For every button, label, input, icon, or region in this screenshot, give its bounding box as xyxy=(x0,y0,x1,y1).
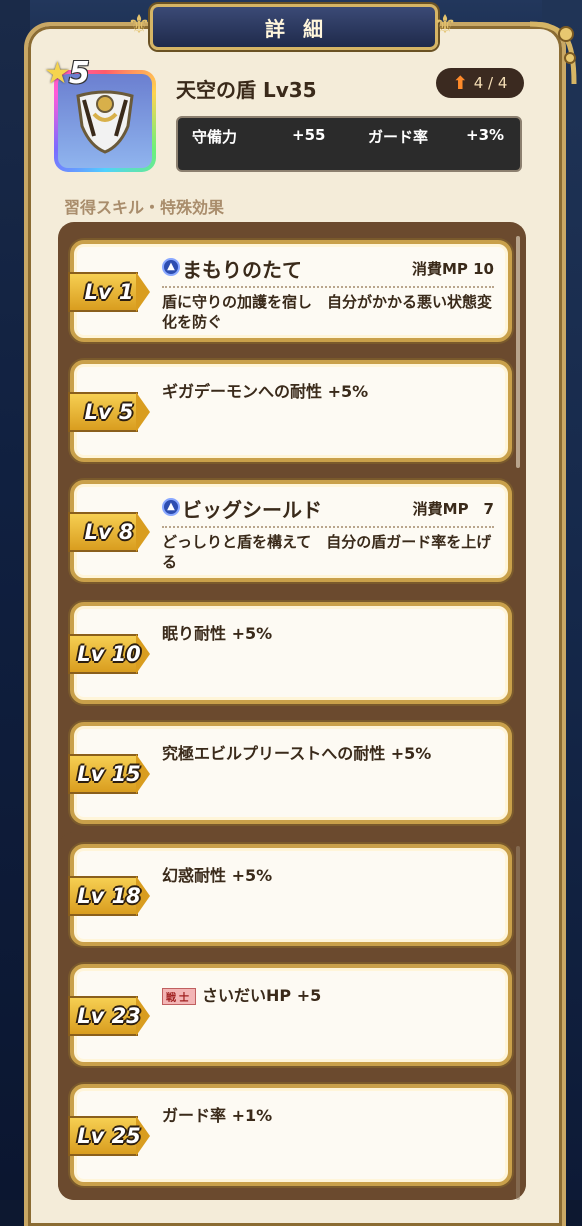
level-label: Lv 15 xyxy=(77,762,141,786)
skill-card-lv18[interactable]: Lv 18 幻惑耐性 +5% xyxy=(68,844,512,946)
level-tag: Lv 15 xyxy=(68,754,152,794)
star-icon: ★ xyxy=(44,56,71,91)
skill-name: ビッグシールド xyxy=(182,498,322,522)
level-tag: Lv 1 xyxy=(68,272,152,312)
stat-value-defense: +55 xyxy=(292,126,326,144)
upgrade-badge: ⬆ 4 / 4 xyxy=(436,68,524,98)
skill-effect: 幻惑耐性 +5% xyxy=(162,866,273,885)
level-tag: Lv 25 xyxy=(68,1116,152,1156)
level-label: Lv 18 xyxy=(77,884,141,908)
arrow-up-icon: ⬆ xyxy=(452,72,468,94)
item-name: 天空の盾 Lv35 xyxy=(176,78,317,102)
scrollbar-lower[interactable] xyxy=(516,846,520,1200)
skill-card-lv23[interactable]: Lv 23 戦士 さいだいHP +5 xyxy=(68,964,512,1066)
skill-card-lv15[interactable]: Lv 15 究極エビルプリーストへの耐性 +5% xyxy=(68,722,512,824)
level-tag: Lv 23 xyxy=(68,996,152,1036)
skill-mp-cost: 消費MP 7 xyxy=(412,500,494,518)
skill-type-icon: ▲ xyxy=(162,498,180,516)
shield-icon xyxy=(76,90,134,154)
skill-effect: 究極エビルプリーストへの耐性 +5% xyxy=(162,744,432,763)
skill-card-lv25[interactable]: Lv 25 ガード率 +1% xyxy=(68,1084,512,1186)
level-label: Lv 25 xyxy=(77,1124,141,1148)
skill-card-lv5[interactable]: Lv 5 ギガデーモンへの耐性 +5% xyxy=(68,360,512,462)
job-badge: 戦士 xyxy=(162,988,196,1005)
skill-effect-row: 戦士 さいだいHP +5 xyxy=(162,982,321,1006)
skill-effect: さいだいHP +5 xyxy=(202,986,322,1005)
stat-label-defense: 守備力 xyxy=(192,128,238,146)
rarity-badge: ★ 5 xyxy=(44,56,90,91)
level-label: Lv 8 xyxy=(84,520,134,544)
level-label: Lv 5 xyxy=(84,400,134,424)
divider xyxy=(162,286,494,288)
skill-mp-cost: 消費MP 10 xyxy=(411,260,494,278)
divider xyxy=(162,526,494,528)
skill-card-lv8[interactable]: Lv 8 ▲ ビッグシールド 消費MP 7 どっしりと盾を構えて 自分の盾ガード… xyxy=(68,480,512,582)
fleur-left-icon: ⚜ xyxy=(127,10,151,40)
level-label: Lv 23 xyxy=(77,1004,141,1028)
skill-effect: ガード率 +1% xyxy=(162,1106,273,1125)
level-tag: Lv 5 xyxy=(68,392,152,432)
scrollbar[interactable] xyxy=(516,236,520,468)
upgrade-count: 4 / 4 xyxy=(473,74,508,92)
skill-effect: ギガデーモンへの耐性 +5% xyxy=(162,382,369,401)
fleur-right-icon: ⚜ xyxy=(433,10,457,40)
skill-type-icon: ▲ xyxy=(162,258,180,276)
rarity-value: 5 xyxy=(68,56,90,91)
skill-effect: 眠り耐性 +5% xyxy=(162,624,273,643)
stat-value-guard: +3% xyxy=(466,126,505,144)
skill-card-lv1[interactable]: Lv 1 ▲ まもりのたて 消費MP 10 盾に守りの加護を宿し 自分がかかる悪… xyxy=(68,240,512,342)
level-tag: Lv 18 xyxy=(68,876,152,916)
skill-card-lv10[interactable]: Lv 10 眠り耐性 +5% xyxy=(68,602,512,704)
level-label: Lv 10 xyxy=(77,642,141,666)
stats-box: 守備力 +55 ガード率 +3% xyxy=(176,116,522,172)
level-tag: Lv 10 xyxy=(68,634,152,674)
skill-description: どっしりと盾を構えて 自分の盾ガード率を上げる xyxy=(162,533,492,571)
skill-description: 盾に守りの加護を宿し 自分がかかる悪い状態変化を防ぐ xyxy=(162,293,493,331)
section-title: 習得スキル・特殊効果 xyxy=(64,198,225,217)
stat-label-guard: ガード率 xyxy=(368,128,429,146)
ornament-corner-icon xyxy=(529,21,577,85)
level-tag: Lv 8 xyxy=(68,512,152,552)
skill-name: まもりのたて xyxy=(182,258,302,282)
level-label: Lv 1 xyxy=(84,280,134,304)
title-plate: 詳細 xyxy=(150,4,438,50)
page-title: 詳細 xyxy=(265,16,341,41)
